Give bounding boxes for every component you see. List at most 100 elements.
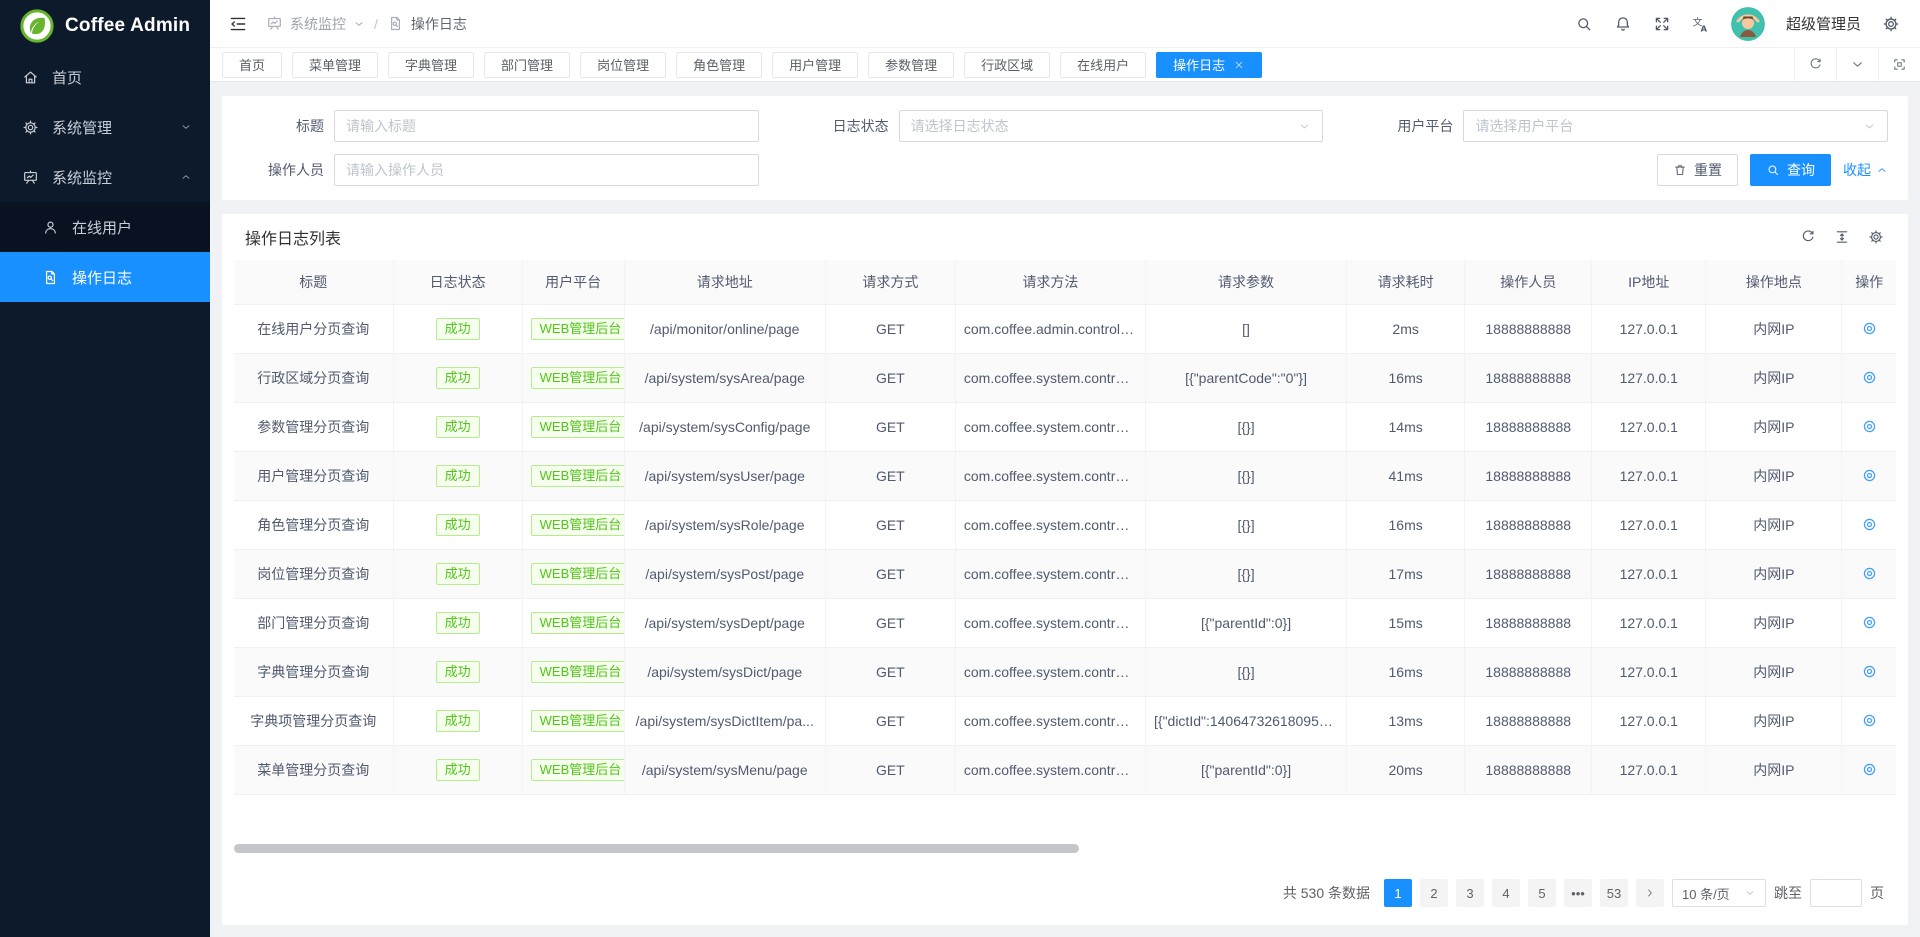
platform-tag: WEB管理后台 [531,563,625,585]
chevron-down-icon [1744,887,1756,899]
collapse-sidebar-icon[interactable] [228,14,248,34]
table-row: 行政区域分页查询成功WEB管理后台/api/system/sysArea/pag… [234,353,1896,402]
reset-button[interactable]: 重置 [1657,154,1738,186]
cell-url: /api/system/sysPost/page [624,549,825,598]
tab-1[interactable]: 菜单管理 [292,52,378,78]
view-icon[interactable] [1861,467,1878,484]
status-tag: 成功 [436,759,480,781]
tab-4[interactable]: 岗位管理 [580,52,666,78]
platform-select[interactable]: 请选择用户平台 [1463,110,1888,142]
maximize-button[interactable] [1878,48,1920,81]
cell-url: /api/monitor/online/page [624,304,825,353]
column-height-icon[interactable] [1834,229,1850,245]
page-size-select[interactable]: 10 条/页 [1672,879,1766,907]
fullscreen-icon[interactable] [1653,15,1671,33]
cell-params: [{}] [1146,549,1347,598]
page-more[interactable]: ••• [1564,879,1592,907]
scrollbar-thumb[interactable] [234,844,1079,853]
title-input[interactable] [334,110,759,142]
cell-action [1842,353,1896,402]
platform-placeholder: 请选择用户平台 [1475,116,1573,136]
tab-close-icon[interactable] [1233,59,1245,71]
view-icon[interactable] [1861,418,1878,435]
search-icon[interactable] [1575,15,1593,33]
view-icon[interactable] [1861,761,1878,778]
view-icon[interactable] [1861,663,1878,680]
cell-status: 成功 [393,549,522,598]
cell-params: [{}] [1146,402,1347,451]
view-icon[interactable] [1861,614,1878,631]
cell-platform: WEB管理后台 [522,500,624,549]
page-53[interactable]: 53 [1600,879,1628,907]
tab-2[interactable]: 字典管理 [388,52,474,78]
page-1[interactable]: 1 [1384,879,1412,907]
bell-icon[interactable] [1614,15,1632,33]
sidebar-item-0[interactable]: 首页 [0,52,210,102]
refresh-table-icon[interactable] [1800,229,1816,245]
view-icon[interactable] [1861,516,1878,533]
view-icon[interactable] [1861,320,1878,337]
tab-5[interactable]: 角色管理 [676,52,762,78]
tab-10[interactable]: 操作日志 [1156,52,1262,78]
jump-page-input[interactable] [1810,879,1862,907]
collapse-form-link[interactable]: 收起 [1843,160,1888,180]
tab-8[interactable]: 行政区域 [964,52,1050,78]
cell-func: com.coffee.system.controlle... [955,745,1145,794]
cell-title: 行政区域分页查询 [234,353,393,402]
column-header-duration: 请求耗时 [1347,260,1465,304]
tab-9[interactable]: 在线用户 [1060,52,1146,78]
chevron-up-icon [1876,164,1888,176]
cell-duration: 13ms [1347,696,1465,745]
log-status-select[interactable]: 请选择日志状态 [899,110,1324,142]
next-page-button[interactable] [1636,879,1664,907]
logo[interactable]: Coffee Admin [0,0,210,52]
tabs-dropdown-button[interactable] [1836,48,1878,81]
cell-url: /api/system/sysDept/page [624,598,825,647]
table-settings-icon[interactable] [1868,229,1884,245]
sidebar-item-2[interactable]: 系统监控 [0,152,210,202]
page-2[interactable]: 2 [1420,879,1448,907]
username[interactable]: 超级管理员 [1786,13,1861,34]
status-tag: 成功 [436,514,480,536]
view-icon[interactable] [1861,369,1878,386]
sidebar-item-1[interactable]: 系统管理 [0,102,210,152]
search-button[interactable]: 查询 [1750,154,1831,186]
view-icon[interactable] [1861,565,1878,582]
home-icon [22,69,39,86]
refresh-tabs-button[interactable] [1794,48,1836,81]
form-item-platform: 用户平台 请选择用户平台 [1365,110,1888,142]
cell-status: 成功 [393,696,522,745]
tab-list: 首页菜单管理字典管理部门管理岗位管理角色管理用户管理参数管理行政区域在线用户操作… [222,48,1794,81]
tab-0[interactable]: 首页 [222,52,282,78]
tab-7[interactable]: 参数管理 [868,52,954,78]
breadcrumb-parent[interactable]: 系统监控 [290,14,346,34]
cell-action [1842,696,1896,745]
page-5[interactable]: 5 [1528,879,1556,907]
avatar[interactable] [1731,7,1765,41]
translate-icon[interactable]: 文A [1692,15,1710,33]
cell-action [1842,500,1896,549]
form-item-log-status: 日志状态 请选择日志状态 [801,110,1324,142]
tab-3[interactable]: 部门管理 [484,52,570,78]
cell-action [1842,549,1896,598]
cell-func: com.coffee.system.controlle... [955,500,1145,549]
table-row: 字典项管理分页查询成功WEB管理后台/api/system/sysDictIte… [234,696,1896,745]
file-search-icon [387,15,404,32]
sidebar-subitem-2-0[interactable]: 在线用户 [0,202,210,252]
tabbar: 首页菜单管理字典管理部门管理岗位管理角色管理用户管理参数管理行政区域在线用户操作… [210,48,1920,82]
table-row: 参数管理分页查询成功WEB管理后台/api/system/sysConfig/p… [234,402,1896,451]
sidebar-submenu: 在线用户操作日志 [0,202,210,302]
page-4[interactable]: 4 [1492,879,1520,907]
operator-input[interactable] [334,154,759,186]
sidebar-subitem-2-1[interactable]: 操作日志 [0,252,210,302]
gear-icon[interactable] [1882,15,1900,33]
column-header-method: 请求方式 [825,260,955,304]
cell-action [1842,402,1896,451]
cell-platform: WEB管理后台 [522,647,624,696]
platform-tag: WEB管理后台 [531,612,625,634]
page-3[interactable]: 3 [1456,879,1484,907]
tab-6[interactable]: 用户管理 [772,52,858,78]
cell-ip: 127.0.0.1 [1592,696,1706,745]
view-icon[interactable] [1861,712,1878,729]
chevron-down-icon[interactable] [353,18,365,30]
